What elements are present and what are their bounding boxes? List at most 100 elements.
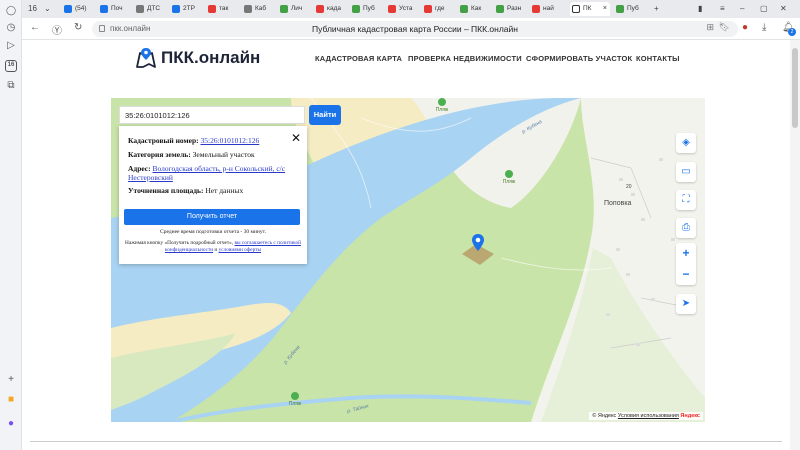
land-category-row: Категория земель: Земельный участок (128, 150, 255, 159)
tab-label: Лич (291, 5, 303, 12)
extension-icon[interactable]: ● (742, 22, 748, 33)
scrollbar-thumb[interactable] (792, 48, 798, 128)
maximize-icon[interactable]: ▢ (760, 2, 768, 16)
page-divider (30, 441, 782, 442)
page-scrollbar[interactable] (790, 40, 800, 450)
yandex-icon[interactable]: Ⓨ (52, 22, 62, 37)
address-label: Адрес: (128, 164, 151, 173)
site-logo[interactable]: ПКК.онлайн (135, 47, 260, 71)
tab-label: где (435, 5, 445, 12)
report-time-note: Среднее время подготовки отчета - 30 мин… (160, 229, 266, 235)
history-icon[interactable]: ◷ (5, 22, 17, 34)
tab[interactable]: где (422, 2, 456, 16)
parcel-marker-icon[interactable] (460, 232, 496, 268)
tab-label: Пуб (363, 5, 375, 12)
yandex-browser-icon[interactable]: ◯ (5, 4, 17, 16)
tab-favicon-icon (280, 5, 288, 13)
geolocation-icon[interactable]: ➤ (676, 294, 696, 314)
tab[interactable]: Поч (98, 2, 132, 16)
tab-favicon-icon (532, 5, 540, 13)
tab-label: Пуб (627, 5, 639, 12)
tab-favicon-icon (316, 5, 324, 13)
area-value: Нет данных (205, 186, 244, 195)
tab[interactable]: Как (458, 2, 492, 16)
village-label: Поповка (604, 200, 632, 207)
zoom-in-button[interactable]: + (676, 243, 696, 264)
tab[interactable]: када (314, 2, 348, 16)
address-bar[interactable]: пкк.онлайн Публичная кадастровая карта Р… (92, 21, 738, 37)
logo-text: ПКК.онлайн (161, 48, 261, 67)
tab-favicon-icon (100, 5, 108, 13)
bookmarks-icon[interactable]: ▮ (698, 2, 702, 16)
play-icon[interactable]: ▷ (5, 40, 17, 52)
tab-favicon-icon (352, 5, 360, 13)
alice-icon[interactable]: ● (5, 418, 17, 430)
get-report-button[interactable]: Получить отчет (124, 209, 300, 225)
browser-sidebar: ◯ ◷ ▷ 16 ⧉ + ■ ● (0, 0, 22, 450)
close-icon[interactable]: ✕ (291, 131, 301, 145)
tab-count[interactable]: 16 (28, 2, 37, 16)
tab[interactable]: Каб (242, 2, 276, 16)
tab-favicon-icon (572, 5, 580, 13)
menu-contacts[interactable]: КОНТАКТЫ (636, 54, 680, 63)
tab-label: када (327, 5, 342, 12)
new-tab-icon[interactable]: + (654, 2, 659, 16)
terms-of-use-link[interactable]: Условия использования (618, 413, 679, 419)
fullscreen-icon[interactable]: ⛶ (676, 190, 696, 210)
tab[interactable]: Лич (278, 2, 312, 16)
copyright-prefix: © Яндекс (592, 413, 617, 419)
downloads-icon[interactable]: ⤓ (762, 22, 766, 33)
address-bar-row: ← Ⓨ ↻ пкк.онлайн Публичная кадастровая к… (22, 18, 800, 40)
tab[interactable]: Разн (494, 2, 528, 16)
tab[interactable]: 2ТР (170, 2, 204, 16)
tab[interactable]: Пуб (350, 2, 384, 16)
tab[interactable]: Пуб (614, 2, 650, 16)
zoom-control: + − (676, 243, 696, 285)
tab-label: Как (471, 5, 482, 12)
calendar-icon[interactable]: 16 (5, 60, 17, 72)
tab[interactable]: най (530, 2, 564, 16)
tab-favicon-icon (424, 5, 432, 13)
cadastral-search (119, 106, 305, 124)
close-tab-icon[interactable]: × (603, 2, 607, 16)
tab-favicon-icon (172, 5, 180, 13)
menu-cadastral-map[interactable]: КАДАСТРОВАЯ КАРТА (315, 54, 402, 63)
tab[interactable]: Уста (386, 2, 420, 16)
menu-form-plot[interactable]: СФОРМИРОВАТЬ УЧАСТОК (526, 54, 632, 63)
yandex-brand[interactable]: Яндекс (680, 413, 700, 419)
tab-label: так (219, 5, 229, 12)
back-icon[interactable]: ← (30, 22, 40, 33)
tab-favicon-icon (616, 5, 624, 13)
tab-active[interactable]: ПК × (570, 2, 610, 16)
land-category-label: Категория земель: (128, 150, 191, 159)
tab[interactable]: ДТС (134, 2, 168, 16)
add-panel-icon[interactable]: + (5, 374, 17, 386)
tab[interactable]: так (206, 2, 240, 16)
cadastral-number-link[interactable]: 35:26:0101012:126 (200, 136, 259, 145)
find-button[interactable]: Найти (309, 105, 341, 125)
tab-favicon-icon (388, 5, 396, 13)
mail-icon[interactable]: ■ (5, 394, 17, 406)
close-window-icon[interactable]: ✕ (780, 2, 787, 16)
screenshot-icon[interactable]: ⧉ (5, 80, 17, 92)
map-logo-icon (136, 48, 156, 68)
menu-property-check[interactable]: ПРОВЕРКА НЕДВИЖИМОСТИ (408, 54, 522, 63)
layers-icon[interactable]: ◈ (676, 133, 696, 153)
address-row: Адрес: Вологодская область, р-н Сокольск… (128, 164, 298, 182)
ruler-icon[interactable]: ▭ (676, 162, 696, 182)
cadastral-map[interactable]: Поповка 20 Пляж Пляж Пляж р. Кубена р. К… (111, 98, 705, 422)
cadastral-number-row: Кадастровый номер: 35:26:0101012:126 (128, 136, 259, 145)
reload-icon[interactable]: ↻ (74, 22, 82, 33)
offer-terms-link[interactable]: условиями оферты (219, 247, 261, 253)
search-input[interactable] (120, 107, 304, 123)
print-icon[interactable]: ⎙ (676, 218, 696, 238)
site-header: ПКК.онлайн КАДАСТРОВАЯ КАРТА ПРОВЕРКА НЕ… (22, 40, 790, 80)
address-link[interactable]: Вологодская область, р-н Сокольский, с/с… (128, 164, 285, 182)
tab[interactable]: (54) (62, 2, 96, 16)
menu-icon[interactable]: ≡ (720, 2, 725, 16)
minimize-icon[interactable]: – (740, 2, 744, 16)
reader-icon[interactable]: ⊞ (706, 22, 714, 33)
bookmark-icon[interactable]: 🔖︎ (719, 22, 730, 33)
chevron-down-icon[interactable]: ⌄ (44, 2, 51, 16)
zoom-out-button[interactable]: − (676, 264, 696, 285)
